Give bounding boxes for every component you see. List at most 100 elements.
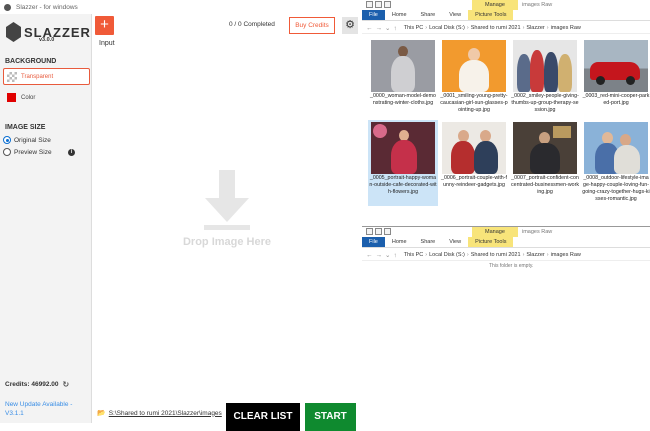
file-name: _0008_outdoor-lifestyle-image-happy-coup… (582, 175, 650, 202)
breadcrumb-images-raw[interactable]: images Raw (551, 252, 581, 258)
drop-text: Drop Image Here (182, 236, 272, 248)
breadcrumb-local-disk[interactable]: Local Disk (S:) (429, 252, 465, 258)
thumbnail-image (584, 122, 648, 174)
bg-transparent-option[interactable]: Transparent (3, 68, 90, 85)
file-name: _0006_portrait-couple-with-funny-reindee… (441, 175, 507, 188)
update-link[interactable]: New Update Available - V3.1.1 (5, 400, 72, 418)
size-original-option[interactable]: Original Size (3, 136, 89, 144)
credits-display: Credits: 46992.00 ↻ (5, 380, 69, 389)
update-line-1: New Update Available - (5, 401, 73, 408)
bottom-bar: 📂 S:\Shared to rumi 2021\Slazzer\images … (92, 383, 362, 431)
file-item[interactable]: _0006_portrait-couple-with-funny-reindee… (439, 120, 509, 206)
tab-home[interactable]: Home (385, 10, 414, 20)
breadcrumb-images-raw[interactable]: images Raw (551, 25, 581, 31)
completed-counter: 0 / 0 Completed (229, 21, 275, 28)
breadcrumb-shared[interactable]: Shared to rumi 2021 (471, 252, 521, 258)
breadcrumb-slazzer[interactable]: Slazzer (526, 25, 544, 31)
credits-text: Credits: 46992.00 (5, 381, 59, 388)
tab-file[interactable]: File (362, 10, 385, 20)
size-original-label: Original Size (14, 136, 51, 144)
checkerboard-icon (7, 71, 17, 82)
file-item-selected[interactable]: _0005_portrait-happy-woman-outside-cafe-… (368, 120, 438, 206)
file-item[interactable]: _0000_woman-model-demonstrating-winter-c… (368, 38, 438, 124)
version-label: v3.0.0 (39, 37, 55, 43)
bg-color-label: Color (21, 94, 36, 101)
ribbon-tabs: File Home Share View Picture Tools (362, 237, 650, 248)
size-preview-radio[interactable] (3, 148, 11, 156)
file-name: _0001_smiling-young-pretty-caucasian-gir… (440, 93, 508, 113)
app-titlebar: Slazzer - for windows (0, 0, 362, 14)
logo-text: SLAZZER (24, 24, 91, 40)
breadcrumb-local-disk[interactable]: Local Disk (S:) (429, 25, 465, 31)
file-name: _0003_red-mini-cooper-parked-port.jpg (582, 93, 650, 106)
tab-view[interactable]: View (442, 237, 468, 247)
empty-folder-message: This folder is empty. (489, 263, 534, 269)
image-size-heading: IMAGE SIZE (5, 124, 46, 131)
add-image-button[interactable]: + (95, 16, 114, 35)
buy-credits-button[interactable]: Buy Credits (289, 17, 335, 34)
slazzer-window: Slazzer - for windows SLAZZER v3.0.0 BAC… (0, 0, 362, 431)
folder-title: images Raw (522, 2, 553, 8)
size-original-radio[interactable] (3, 136, 11, 144)
update-line-2: V3.1.1 (5, 410, 24, 417)
thumbnail-image (442, 40, 506, 92)
logo: SLAZZER v3.0.0 (6, 22, 91, 43)
nav-arrows-icon[interactable]: ←→⌄↑ (366, 24, 400, 32)
explorer-window-top: Manage images Raw File Home Share View P… (362, 0, 650, 225)
bg-color-option[interactable]: Color (3, 89, 90, 106)
thumbnail-image (371, 40, 435, 92)
manage-tab[interactable]: Manage (472, 227, 518, 237)
file-item[interactable]: _0001_smiling-young-pretty-caucasian-gir… (439, 38, 509, 124)
thumbnail-image (584, 40, 648, 92)
app-icon (4, 3, 11, 11)
folder-title: images Raw (522, 229, 553, 235)
tab-picture-tools[interactable]: Picture Tools (468, 237, 514, 247)
folder-icon: 📂 (97, 410, 106, 417)
quick-access-toolbar[interactable] (366, 1, 393, 8)
file-item[interactable]: _0008_outdoor-lifestyle-image-happy-coup… (581, 120, 650, 206)
output-folder-link[interactable]: 📂 S:\Shared to rumi 2021\Slazzer\images (97, 409, 222, 418)
download-arrow-icon (204, 170, 250, 230)
tab-file[interactable]: File (362, 237, 385, 247)
tab-share[interactable]: Share (414, 10, 443, 20)
nav-arrows-icon[interactable]: ←→⌄↑ (366, 251, 400, 259)
tab-view[interactable]: View (442, 10, 468, 20)
size-preview-option[interactable]: Preview Size i (3, 148, 89, 156)
file-item[interactable]: _0007_portrait-confident-concentrated-bu… (510, 120, 580, 206)
sidebar: SLAZZER v3.0.0 BACKGROUND Transparent Co… (0, 14, 92, 423)
start-button[interactable]: START (305, 403, 356, 431)
thumbnail-image (442, 122, 506, 174)
explorer-titlebar: Manage images Raw (362, 0, 650, 10)
address-bar[interactable]: ←→⌄↑ This PC › Local Disk (S:) › Shared to… (362, 22, 650, 34)
breadcrumb-this-pc[interactable]: This PC (404, 25, 424, 31)
ribbon-tabs: File Home Share View Picture Tools (362, 10, 650, 21)
address-bar[interactable]: ←→⌄↑ This PC › Local Disk (S:) › Shared to… (362, 249, 650, 261)
file-item[interactable]: _0002_smiley-people-giving-thumbs-up-gro… (510, 38, 580, 124)
file-name: _0007_portrait-confident-concentrated-bu… (511, 175, 580, 195)
tab-share[interactable]: Share (414, 237, 443, 247)
file-name: _0000_woman-model-demonstrating-winter-c… (370, 93, 436, 106)
clear-list-button[interactable]: CLEAR LIST (226, 403, 300, 431)
color-swatch[interactable] (7, 93, 16, 102)
tab-home[interactable]: Home (385, 237, 414, 247)
info-icon[interactable]: i (68, 148, 75, 156)
bg-transparent-label: Transparent (21, 73, 54, 80)
breadcrumb-shared[interactable]: Shared to rumi 2021 (471, 25, 521, 31)
breadcrumb-slazzer[interactable]: Slazzer (526, 252, 544, 258)
tab-picture-tools[interactable]: Picture Tools (468, 10, 514, 20)
thumbnail-image (513, 122, 577, 174)
size-preview-label: Preview Size (14, 148, 52, 156)
slazzer-logo-icon (6, 22, 21, 42)
refresh-icon[interactable]: ↻ (62, 380, 69, 389)
file-item[interactable]: _0003_red-mini-cooper-parked-port.jpg (581, 38, 650, 124)
thumbnail-image (513, 40, 577, 92)
folder-path-text: S:\Shared to rumi 2021\Slazzer\images (108, 409, 222, 417)
background-heading: BACKGROUND (5, 58, 57, 65)
quick-access-toolbar[interactable] (366, 228, 393, 235)
window-title: Slazzer - for windows (16, 3, 78, 11)
explorer-titlebar: Manage images Raw (362, 227, 650, 237)
breadcrumb-this-pc[interactable]: This PC (404, 252, 424, 258)
gear-icon[interactable]: ⚙ (342, 17, 358, 34)
drop-zone[interactable]: Drop Image Here (92, 50, 362, 382)
manage-tab[interactable]: Manage (472, 0, 518, 10)
